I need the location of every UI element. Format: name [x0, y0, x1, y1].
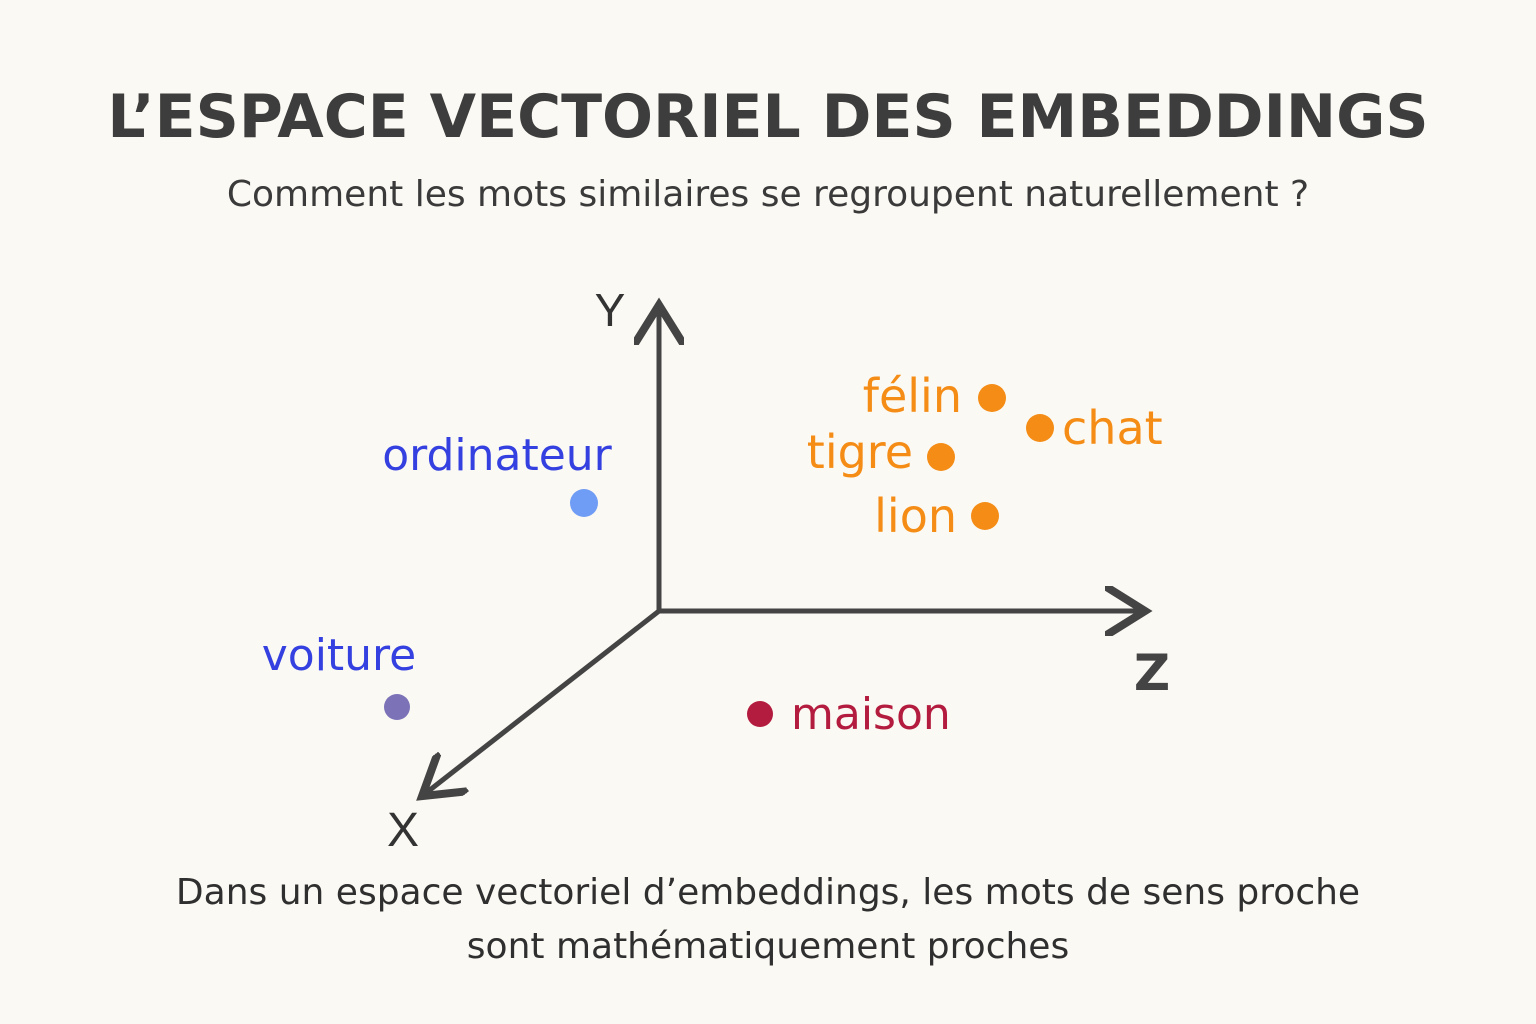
- ordinateur-point: [570, 489, 598, 517]
- felin-label: félin: [863, 369, 962, 423]
- lion-label: lion: [874, 489, 957, 543]
- voiture-point: [384, 694, 410, 720]
- maison-group: maison: [747, 689, 951, 740]
- ordinateur-label: ordinateur: [382, 430, 612, 481]
- maison-point: [747, 701, 773, 727]
- caption-line-1: Dans un espace vectoriel d’embeddings, l…: [175, 872, 1361, 913]
- z-axis-label: Z: [1134, 644, 1170, 702]
- x-axis: [426, 609, 661, 793]
- tigre-point: [927, 443, 955, 471]
- y-axis-label: Y: [595, 284, 626, 336]
- tech-cluster: ordinateur voiture: [262, 430, 613, 720]
- caption-line-2: sont mathématiquement proches: [466, 926, 1070, 967]
- voiture-label: voiture: [262, 630, 417, 681]
- axes: [426, 310, 1140, 793]
- tigre-label: tigre: [807, 425, 913, 479]
- chat-label: chat: [1062, 401, 1163, 455]
- chat-point: [1026, 414, 1054, 442]
- animal-cluster: félin chat tigre lion: [807, 369, 1163, 543]
- felin-point: [978, 384, 1006, 412]
- maison-label: maison: [791, 689, 951, 740]
- x-axis-label: X: [387, 804, 419, 857]
- lion-point: [971, 502, 999, 530]
- caption: Dans un espace vectoriel d’embeddings, l…: [0, 866, 1536, 974]
